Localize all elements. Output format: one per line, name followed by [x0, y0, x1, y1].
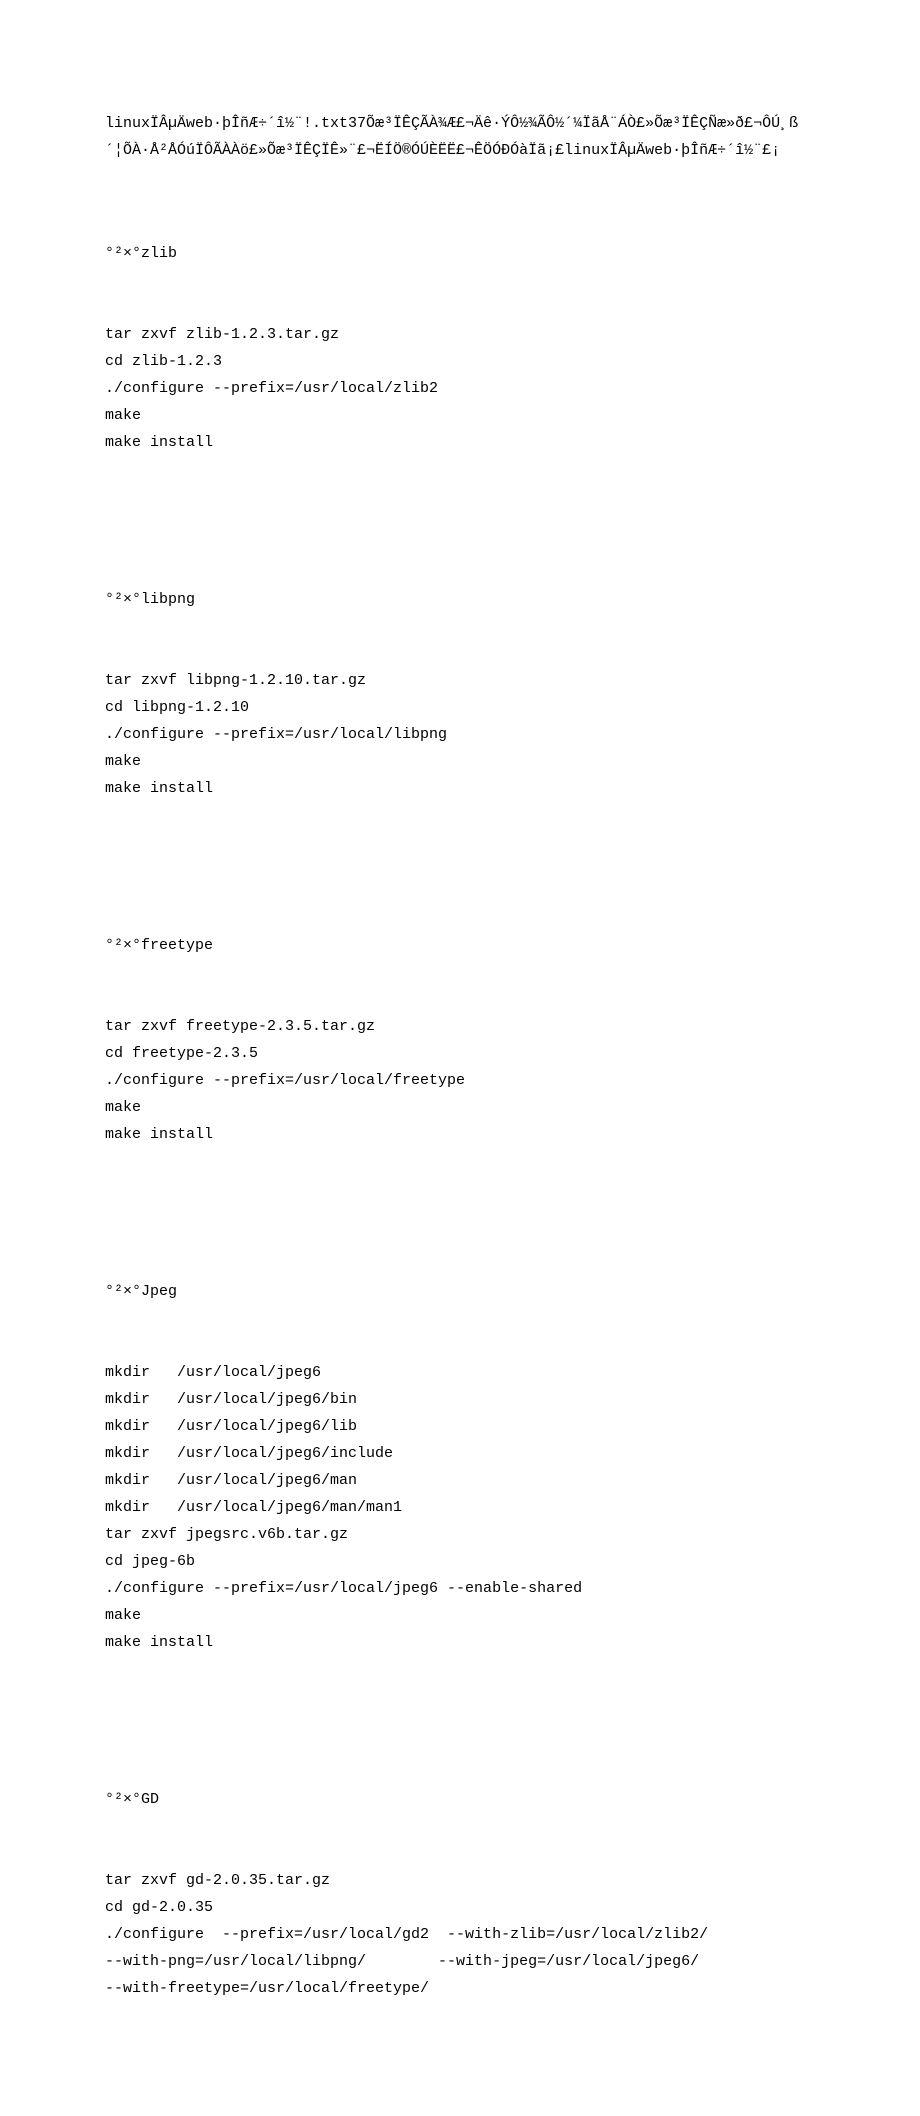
section-title: °²×°freetype — [105, 932, 815, 959]
section-title: °²×°GD — [105, 1786, 815, 1813]
section-body: tar zxvf gd-2.0.35.tar.gz cd gd-2.0.35 .… — [105, 1867, 815, 2002]
document-page: linuxÏÂµÄweb·þÎñÆ÷´î½¨!.txt37Õæ³ÏÊÇÃÀ¾Æ£… — [0, 0, 920, 2116]
section-title: °²×°libpng — [105, 586, 815, 613]
section-zlib: °²×°zlib tar zxvf zlib-1.2.3.tar.gz cd z… — [105, 186, 815, 510]
section-body: tar zxvf libpng-1.2.10.tar.gz cd libpng-… — [105, 667, 815, 802]
section-jpeg: °²×°Jpeg mkdir /usr/local/jpeg6 mkdir /u… — [105, 1224, 815, 1710]
section-title: °²×°zlib — [105, 240, 815, 267]
intro-paragraph: linuxÏÂµÄweb·þÎñÆ÷´î½¨!.txt37Õæ³ÏÊÇÃÀ¾Æ£… — [105, 110, 815, 164]
section-title: °²×°Jpeg — [105, 1278, 815, 1305]
section-body: tar zxvf zlib-1.2.3.tar.gz cd zlib-1.2.3… — [105, 321, 815, 456]
section-gd: °²×°GD tar zxvf gd-2.0.35.tar.gz cd gd-2… — [105, 1732, 815, 2056]
section-libpng: °²×°libpng tar zxvf libpng-1.2.10.tar.gz… — [105, 532, 815, 856]
section-body: mkdir /usr/local/jpeg6 mkdir /usr/local/… — [105, 1359, 815, 1656]
section-body: tar zxvf freetype-2.3.5.tar.gz cd freety… — [105, 1013, 815, 1148]
section-freetype: °²×°freetype tar zxvf freetype-2.3.5.tar… — [105, 878, 815, 1202]
